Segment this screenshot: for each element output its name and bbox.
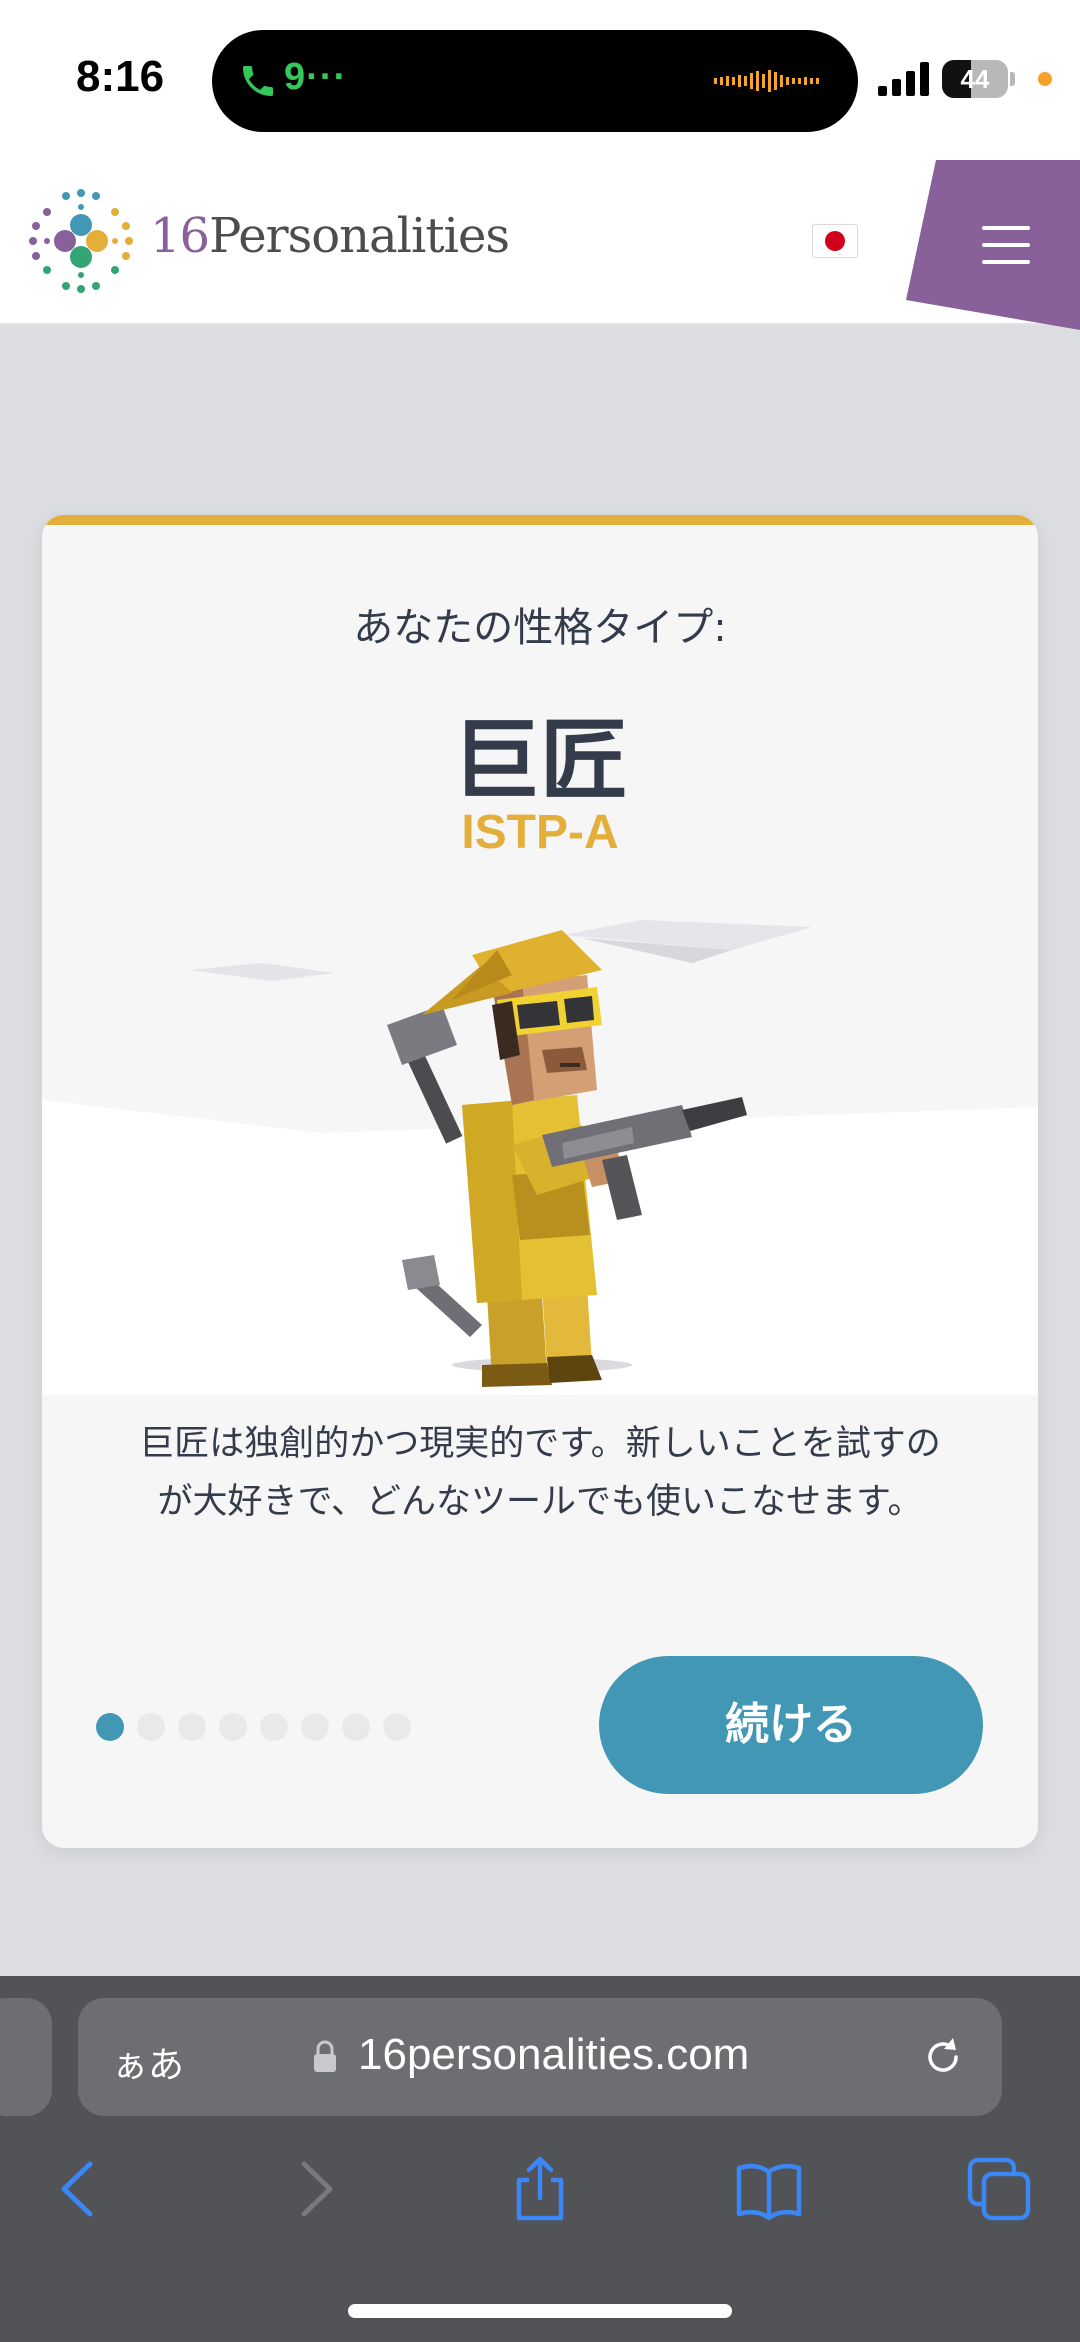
personality-type-name: 巨匠 [451, 709, 628, 812]
logo-number: 16 [150, 208, 210, 264]
result-card: あなたの性格タイプ: 巨匠 ISTP-A 巨匠は独創的かつ現実的です。新しいこと… [42, 515, 1038, 1848]
carousel-dot[interactable] [178, 1713, 206, 1741]
cellular-signal-icon [878, 62, 929, 96]
audio-waveform-icon [714, 70, 819, 92]
status-bar: 8:16 9··· 44 [0, 0, 1080, 160]
personality-type-code: ISTP-A [461, 806, 619, 859]
hamburger-icon [982, 226, 1030, 264]
carousel-dot[interactable] [219, 1713, 247, 1741]
carousel-dot[interactable] [96, 1713, 124, 1741]
microphone-indicator-dot [1038, 72, 1052, 86]
phone-icon [243, 66, 273, 96]
description-line-2: が大好きで、どんなツールでも使いこなせます。 [157, 1482, 923, 1522]
forward-icon[interactable] [278, 2154, 348, 2224]
status-time: 8:16 [76, 52, 165, 101]
browser-bottom-bar: ぁあ 16personalities.com [0, 1976, 1080, 2342]
card-accent-bar [42, 515, 1038, 525]
logo-dots-icon[interactable] [28, 188, 134, 294]
reload-icon[interactable] [920, 2034, 966, 2080]
call-duration: 9··· [284, 56, 348, 98]
carousel-dot[interactable] [342, 1713, 370, 1741]
carousel-dot[interactable] [383, 1713, 411, 1741]
japan-flag-icon[interactable] [812, 224, 858, 258]
description-line-1: 巨匠は独創的かつ現実的です。新しいことを試すの [139, 1424, 941, 1464]
tabs-icon[interactable] [964, 2154, 1034, 2224]
continue-button[interactable]: 続ける [599, 1656, 983, 1794]
site-header: 16Personalities [0, 160, 1080, 330]
personality-description: 巨匠は独創的かつ現実的です。新しいことを試すの が大好きで、どんなツールでも使い… [82, 1415, 998, 1531]
page-settings-button[interactable]: ぁあ [112, 2036, 184, 2088]
site-logo-text[interactable]: 16Personalities [150, 208, 510, 264]
personality-type-label: あなたの性格タイプ: [353, 605, 727, 651]
lock-icon [314, 2040, 336, 2072]
logo-word: Personalities [209, 208, 510, 264]
carousel-dot[interactable] [260, 1713, 288, 1741]
carousel-dot[interactable] [301, 1713, 329, 1741]
dynamic-island[interactable]: 9··· [212, 30, 858, 132]
address-bar[interactable]: ぁあ 16personalities.com [78, 1998, 1002, 2116]
home-indicator[interactable] [348, 2304, 732, 2318]
battery-icon: 44 [942, 60, 1008, 98]
bookmarks-icon[interactable] [734, 2154, 804, 2224]
previous-tab-preview[interactable] [0, 1998, 52, 2116]
carousel-dot[interactable] [137, 1713, 165, 1741]
menu-button[interactable] [906, 160, 1080, 330]
virtuoso-character-illustration [42, 920, 1038, 1395]
battery-percentage: 44 [960, 64, 990, 94]
url-text[interactable]: 16personalities.com [358, 2030, 749, 2080]
back-icon[interactable] [46, 2154, 116, 2224]
battery-cap [1010, 72, 1015, 86]
share-icon[interactable] [505, 2154, 575, 2224]
